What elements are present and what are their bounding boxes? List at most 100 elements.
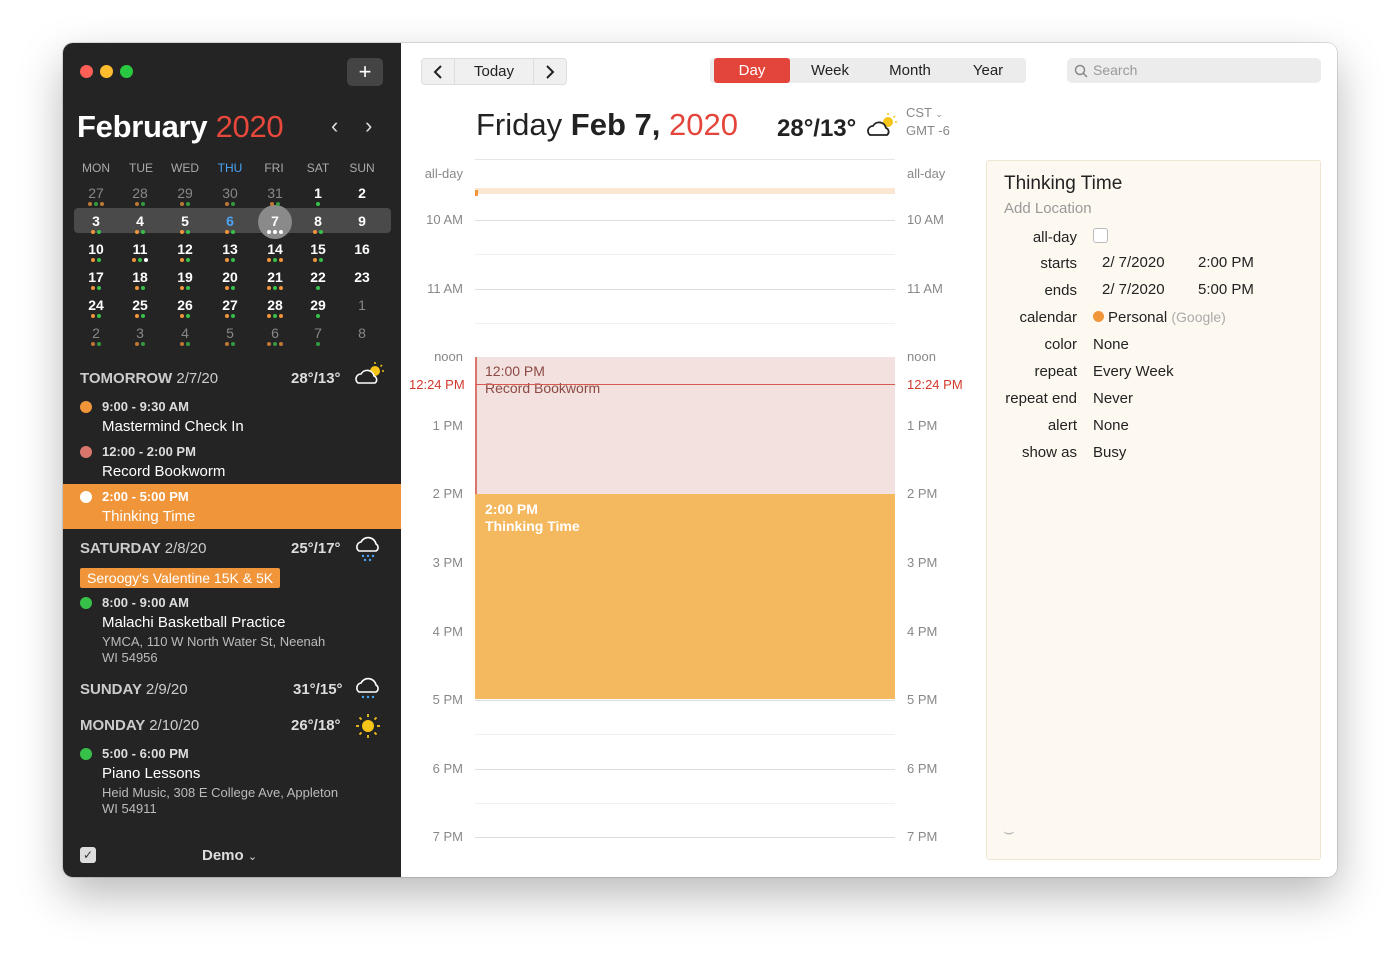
event-record-bookworm[interactable]: 12:00 - 2:00 PM Record Bookworm xyxy=(63,442,401,482)
today-button[interactable]: Today xyxy=(454,58,534,85)
zoom-window-button[interactable] xyxy=(120,65,133,78)
show-as-value[interactable]: Busy xyxy=(1093,444,1126,461)
location-field[interactable]: Add Location xyxy=(1004,200,1092,217)
search-input[interactable]: Search xyxy=(1067,58,1321,83)
calendar-day[interactable]: 5 xyxy=(213,325,247,341)
repeat-end-value[interactable]: Never xyxy=(1093,390,1133,407)
calendar-day[interactable]: 23 xyxy=(345,269,379,285)
calendar-day[interactable]: 24 xyxy=(79,297,113,313)
hour-label-left: 3 PM xyxy=(432,555,463,570)
calendar-day[interactable]: 27 xyxy=(213,297,247,313)
calendar-day[interactable]: 19 xyxy=(168,269,202,285)
event-thinking-time[interactable]: 2:00 - 5:00 PM Thinking Time xyxy=(63,484,401,529)
expand-chevron-icon[interactable]: ⌣ xyxy=(1003,821,1015,842)
tab-day[interactable]: Day xyxy=(714,58,790,83)
calendar-day[interactable]: 5 xyxy=(168,213,202,229)
allday-checkbox[interactable] xyxy=(1093,228,1108,243)
section-header-saturday: SATURDAY 2/8/20 xyxy=(80,540,206,557)
weekday-label: TUE xyxy=(129,161,153,175)
calendar-day[interactable]: 4 xyxy=(123,213,157,229)
calendar-day[interactable]: 8 xyxy=(301,213,335,229)
prev-month-icon[interactable]: ‹ xyxy=(331,113,338,139)
timezone-selector[interactable]: CST ⌄ xyxy=(906,105,943,120)
allday-event-badge[interactable]: Seroogy's Valentine 15K & 5K xyxy=(80,568,281,588)
calendar-day[interactable]: 20 xyxy=(213,269,247,285)
hour-line xyxy=(475,837,895,838)
starts-date[interactable]: 2/ 7/2020 xyxy=(1102,254,1165,271)
timeline-event-thinking-time[interactable]: 2:00 PM Thinking Time xyxy=(475,494,895,699)
calendar-day[interactable]: 6 xyxy=(258,325,292,341)
calendar-day[interactable]: 30 xyxy=(213,185,247,201)
calendar-color-dot xyxy=(1093,311,1104,322)
event-time: 8:00 - 9:00 AM xyxy=(102,595,189,610)
calendar-day[interactable]: 3 xyxy=(123,325,157,341)
calendar-day[interactable]: 21 xyxy=(258,269,292,285)
calendar-day[interactable]: 29 xyxy=(301,297,335,313)
ends-time[interactable]: 5:00 PM xyxy=(1198,281,1254,298)
allday-label-left: all-day xyxy=(424,166,463,181)
tab-year[interactable]: Year xyxy=(950,58,1026,83)
calendar-day[interactable]: 4 xyxy=(168,325,202,341)
calendar-day[interactable]: 22 xyxy=(301,269,335,285)
hour-label-left: 6 PM xyxy=(432,761,463,776)
calendar-day[interactable]: 26 xyxy=(168,297,202,313)
calendar-selector[interactable]: Personal (Google) xyxy=(1093,309,1226,326)
section-label: MONDAY xyxy=(80,717,146,734)
prev-day-button[interactable] xyxy=(421,58,455,85)
timeline-event-record-bookworm[interactable]: 12:00 PM Record Bookworm xyxy=(475,357,895,494)
calendar-day[interactable]: 15 xyxy=(301,241,335,257)
calendar-day[interactable]: 8 xyxy=(345,325,379,341)
calendar-day[interactable]: 11 xyxy=(123,241,157,257)
calendar-label: calendar xyxy=(1019,309,1077,326)
calendar-day[interactable]: 28 xyxy=(258,297,292,313)
calendar-day[interactable]: 16 xyxy=(345,241,379,257)
calendar-day[interactable]: 12 xyxy=(168,241,202,257)
calendar-day[interactable]: 2 xyxy=(345,185,379,201)
event-basketball[interactable]: 8:00 - 9:00 AM Malachi Basketball Practi… xyxy=(63,593,401,668)
event-time: 5:00 - 6:00 PM xyxy=(102,746,189,761)
color-value[interactable]: None xyxy=(1093,336,1129,353)
calendar-day[interactable]: 25 xyxy=(123,297,157,313)
half-hour-line xyxy=(475,734,895,735)
event-title-field[interactable]: Thinking Time xyxy=(1004,173,1122,195)
event-piano-lessons[interactable]: 5:00 - 6:00 PM Piano Lessons Heid Music,… xyxy=(63,744,401,819)
calendar-day[interactable]: 27 xyxy=(79,185,113,201)
event-detail-panel: Thinking Time Add Location all-day start… xyxy=(986,160,1321,860)
repeat-value[interactable]: Every Week xyxy=(1093,363,1174,380)
calendar-day[interactable]: 31 xyxy=(258,185,292,201)
temperature: 31°/15° xyxy=(293,681,343,698)
half-hour-line xyxy=(475,254,895,255)
calendar-day[interactable]: 29 xyxy=(168,185,202,201)
calendar-day[interactable]: 14 xyxy=(258,241,292,257)
calendar-day[interactable]: 18 xyxy=(123,269,157,285)
tab-week[interactable]: Week xyxy=(790,58,870,83)
calendar-day[interactable]: 28 xyxy=(123,185,157,201)
allday-label: all-day xyxy=(1032,229,1077,246)
tab-month[interactable]: Month xyxy=(870,58,950,83)
starts-time[interactable]: 2:00 PM xyxy=(1198,254,1254,271)
calendar-day[interactable]: 7 xyxy=(301,325,335,341)
event-dots xyxy=(123,230,157,234)
ends-date[interactable]: 2/ 7/2020 xyxy=(1102,281,1165,298)
event-dots xyxy=(301,202,335,206)
calendar-day[interactable]: 1 xyxy=(345,297,379,313)
calendar-day[interactable]: 7 xyxy=(258,213,292,229)
close-window-button[interactable] xyxy=(80,65,93,78)
calendar-day[interactable]: 9 xyxy=(345,213,379,229)
calendar-day[interactable]: 6 xyxy=(213,213,247,229)
minimize-window-button[interactable] xyxy=(100,65,113,78)
calendar-day[interactable]: 1 xyxy=(301,185,335,201)
calendar-day[interactable]: 3 xyxy=(79,213,113,229)
calendars-checkbox-icon[interactable]: ✓ xyxy=(80,847,96,863)
event-mastermind[interactable]: 9:00 - 9:30 AM Mastermind Check In xyxy=(63,397,401,437)
next-month-icon[interactable]: › xyxy=(365,113,372,139)
calendar-day[interactable]: 17 xyxy=(79,269,113,285)
add-event-button[interactable]: + xyxy=(347,58,383,86)
calendar-set-selector[interactable]: Demo ⌄ xyxy=(202,847,257,864)
next-day-button[interactable] xyxy=(533,58,567,85)
calendar-day[interactable]: 2 xyxy=(79,325,113,341)
event-dots xyxy=(79,314,113,318)
alert-value[interactable]: None xyxy=(1093,417,1129,434)
calendar-day[interactable]: 10 xyxy=(79,241,113,257)
calendar-day[interactable]: 13 xyxy=(213,241,247,257)
